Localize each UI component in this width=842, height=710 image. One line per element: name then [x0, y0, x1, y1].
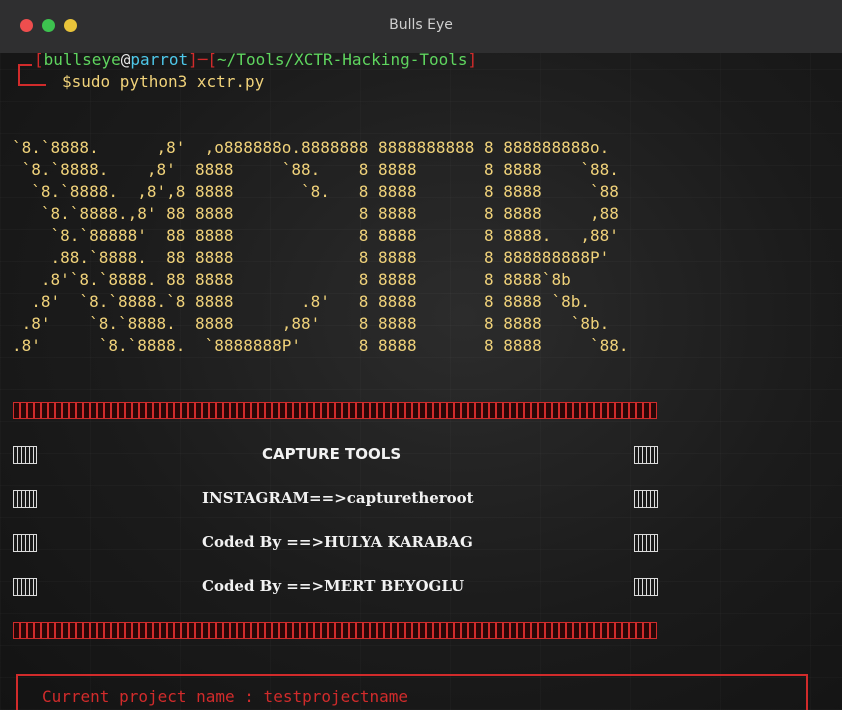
terminal-body[interactable]: [bullseye@parrot]─[~/Tools/XCTR-Hacking-… [0, 50, 842, 710]
left-box-icon [13, 534, 37, 552]
menu-line-author-2: Coded By ==>MERT BEYOGLU [202, 577, 465, 595]
prompt-at: @ [120, 50, 131, 69]
command-text: sudo python3 xctr.py [71, 72, 265, 91]
prompt-host: parrot [130, 50, 189, 69]
right-box-icon [634, 578, 658, 596]
menu-line-author-1: Coded By ==>HULYA KARABAG [202, 533, 473, 551]
prompt-path: ~/Tools/XCTR-Hacking-Tools [217, 50, 468, 69]
banner-line: .8' `8.`8888. `8888888P' 8 8888 8 8888 `… [12, 336, 629, 355]
project-name-label: Current project name : testprojectname [42, 687, 409, 706]
ascii-banner: `8.`8888. ,8' ,o888888o.8888888 88888888… [12, 137, 629, 357]
menu-heading: CAPTURE TOOLS [262, 445, 402, 463]
top-divider-bar [13, 402, 657, 419]
right-box-icon [634, 490, 658, 508]
banner-line: `8.`8888. ,8',8 8888 `8. 8 8888 8 8888 `… [12, 182, 619, 201]
left-box-icon [13, 490, 37, 508]
left-box-icon [13, 446, 37, 464]
banner-line: `8.`8888.,8' 88 8888 8 8888 8 8888 ,88 [12, 204, 619, 223]
banner-line: .8' `8.`8888.`8 8888 .8' 8 8888 8 8888 `… [12, 292, 590, 311]
right-box-icon [634, 446, 658, 464]
title-bar: Bulls Eye [0, 0, 842, 54]
prompt-arrow-icon [18, 75, 46, 86]
banner-line: .88.`8888. 88 8888 8 8888 8 888888888P' [12, 248, 610, 267]
menu-line-instagram: INSTAGRAM==>capturetheroot [202, 489, 474, 507]
left-box-icon [13, 578, 37, 596]
banner-line: .8'`8.`8888. 88 8888 8 8888 8 8888`8b [12, 270, 571, 289]
bottom-divider-bar [13, 622, 657, 639]
prompt-line: [bullseye@parrot]─[~/Tools/XCTR-Hacking-… [34, 50, 478, 69]
banner-line: `8.`88888' 88 8888 8 8888 8 8888. ,88' [12, 226, 619, 245]
banner-line: `8.`8888. ,8' 8888 `88. 8 8888 8 8888 `8… [12, 160, 619, 179]
command-line: $sudo python3 xctr.py [62, 72, 264, 91]
window-title: Bulls Eye [389, 17, 453, 33]
terminal-window: Bulls Eye [bullseye@parrot]─[~/Tools/XCT… [0, 0, 842, 710]
right-box-icon [634, 534, 658, 552]
banner-line: `8.`8888. ,8' ,o888888o.8888888 88888888… [12, 138, 610, 157]
banner-line: .8' `8.`8888. 8888 ,88' 8 8888 8 8888 `8… [12, 314, 610, 333]
prompt-user: bullseye [43, 50, 121, 69]
prompt-symbol: $ [62, 72, 72, 91]
